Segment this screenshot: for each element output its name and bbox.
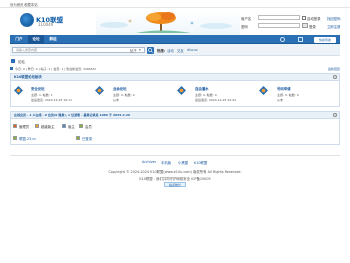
hot-search-item[interactable]: discuz: [187, 48, 198, 52]
forum-last-post: 从未: [113, 98, 120, 102]
online-section: 在线会员 - 1 人在线 - 0 会员(0 隐身), 1 位游客 - 最高记录是…: [10, 111, 340, 145]
footer-link-archiver[interactable]: Archiver: [142, 160, 156, 164]
mod-icon: [62, 124, 66, 128]
tab-forum[interactable]: 论坛: [28, 35, 44, 44]
search-button[interactable]: [147, 46, 154, 54]
search-icon: [148, 47, 153, 53]
logo-icon: [20, 13, 34, 27]
view-new-link[interactable]: 最新回复: [328, 67, 340, 71]
forum-last-post[interactable]: 最后发表: 2024-12-25 22:44: [195, 98, 236, 102]
forum-stats: 主题: 0, 帖数: 0: [277, 93, 299, 97]
nav-grid-icon[interactable]: [298, 37, 303, 42]
collapse-icon[interactable]: [333, 113, 337, 117]
tab-portal[interactable]: 门户: [12, 35, 26, 44]
tab-groups[interactable]: 群组: [46, 35, 60, 44]
quick-nav-button[interactable]: 快捷导航: [314, 36, 336, 43]
group-label: 版主: [68, 125, 75, 129]
group-label: 超级版主: [41, 125, 55, 129]
forum-stats: 主题: 0, 帖数: 0: [113, 93, 135, 97]
search-scope-select[interactable]: 帖子: [130, 48, 137, 53]
forum-last-post[interactable]: 最后发表: 2024-12-25 16:11: [31, 98, 72, 102]
footer-link-blacklist[interactable]: 小黑屋: [178, 160, 188, 165]
stats-icon: [10, 67, 13, 70]
register-link[interactable]: 立即注册: [327, 24, 341, 29]
logo-subtitle: 110046: [38, 22, 54, 27]
online-user-link[interactable]: 联盟-23.cc: [19, 136, 36, 141]
footer-link-mobile[interactable]: 手机版: [161, 160, 171, 165]
footer-link-site[interactable]: K10联盟: [194, 160, 207, 165]
member-icon: [79, 124, 83, 128]
footer-copyright: Copyright © 2024-2024 K10联盟(www.k10u.com…: [108, 170, 242, 174]
hot-search-item[interactable]: 活动: [167, 48, 174, 53]
footer-powered: K10联盟 - 我们共同守护网络安全 ICP备15005: [139, 177, 211, 181]
forum-icon[interactable]: [177, 86, 186, 95]
auto-login-label: 自动登录: [307, 17, 321, 21]
set-home-link[interactable]: 设为首页: [10, 2, 24, 7]
forum-stats: 主题: 1, 帖数: 1: [31, 93, 53, 97]
footer-divider: [10, 155, 340, 156]
group-label: 管理员: [19, 125, 30, 129]
find-password-link[interactable]: 找回密码: [327, 16, 341, 21]
top-bar: 设为首页 收藏本站: [0, 0, 350, 8]
forum-title[interactable]: 业余论坛: [113, 86, 127, 91]
login-button-box[interactable]: [302, 23, 308, 28]
forum-title[interactable]: 号码申请: [277, 86, 291, 91]
hot-search-label: 热搜:: [157, 49, 166, 53]
forum-stats: 主题: 0, 帖数: 0: [195, 93, 217, 97]
section-title[interactable]: K10联盟论坛板块: [11, 74, 339, 81]
collapse-icon[interactable]: [333, 75, 337, 79]
nav-circle-icon[interactable]: [280, 37, 285, 42]
breadcrumb[interactable]: 论坛: [18, 59, 25, 64]
home-icon[interactable]: [11, 59, 15, 63]
login-button[interactable]: 登录: [309, 24, 316, 29]
bookmark-link[interactable]: 收藏本站: [24, 2, 38, 7]
password-input[interactable]: [258, 23, 300, 28]
admin-icon: [13, 124, 17, 128]
forum-icon[interactable]: [95, 86, 104, 95]
username-label: 用户名: [241, 17, 252, 21]
forum-title[interactable]: 自由灌水: [195, 86, 209, 91]
header-banner-image: [96, 9, 240, 35]
forum-icon[interactable]: [259, 86, 268, 95]
forum-icon[interactable]: [14, 86, 23, 95]
forum-stats: 今日: 0 | 昨日: 0 | 帖子: 1 | 会员: 1 | 欢迎新会员: 3…: [15, 67, 96, 71]
hot-search-item[interactable]: 交友: [177, 48, 184, 53]
password-label: 密码: [241, 25, 248, 29]
super-mod-icon: [35, 124, 39, 128]
forum-title[interactable]: 安全论坛: [31, 86, 45, 91]
group-label: 会员: [85, 125, 92, 129]
footer-badge[interactable]: 站点统计: [164, 182, 186, 187]
online-title[interactable]: 在线会员 - 1 人在线 - 0 会员(0 隐身), 1 位游客 - 最高记录是…: [11, 112, 339, 119]
username-input[interactable]: [258, 15, 300, 20]
user-icon: [76, 136, 80, 140]
auto-login-checkbox[interactable]: [302, 15, 306, 20]
user-icon: [13, 136, 17, 140]
chevron-down-icon[interactable]: ▾: [139, 48, 141, 52]
search-input[interactable]: 请输入搜索内容: [12, 47, 145, 53]
forum-last-post: 从未: [277, 98, 284, 102]
online-user-link[interactable]: 已登录: [82, 136, 92, 141]
